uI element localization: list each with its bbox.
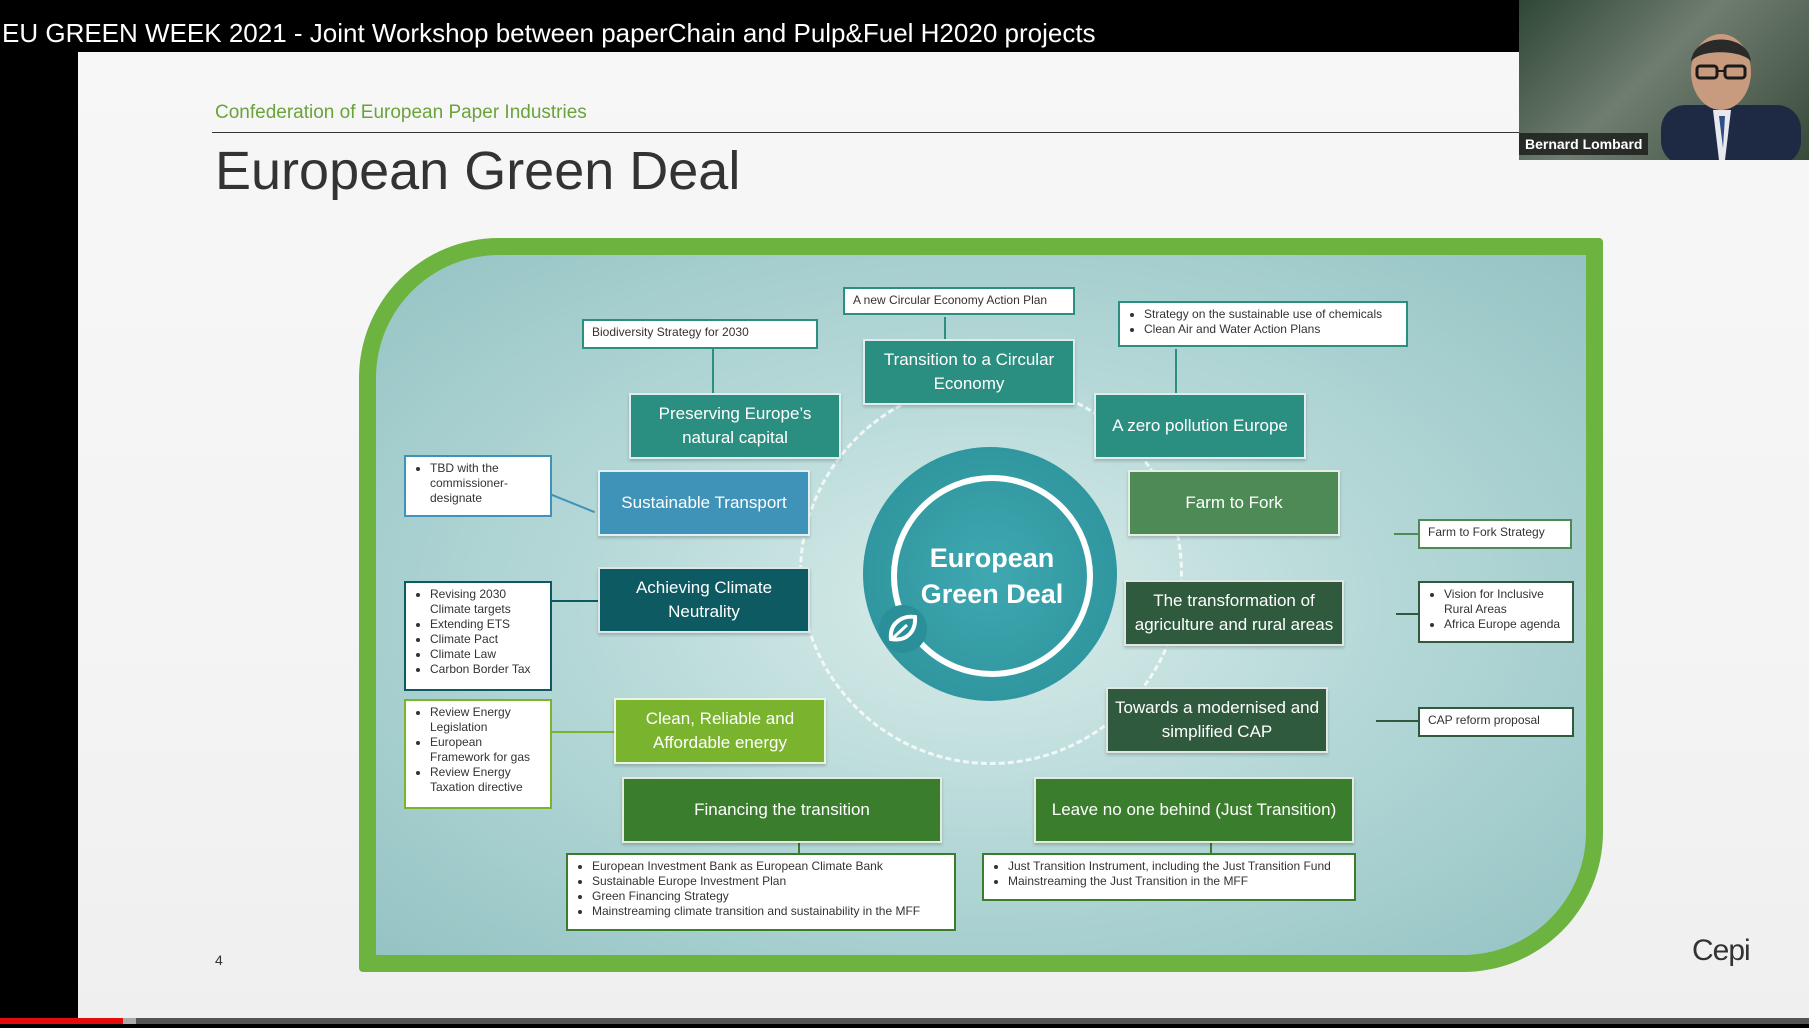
connector-biodiversity bbox=[712, 349, 714, 393]
center-disc: European Green Deal bbox=[863, 447, 1117, 701]
box-farm-strategy: Farm to Fork Strategy bbox=[1418, 519, 1572, 549]
box-financing: European Investment Bank as European Cli… bbox=[566, 853, 956, 931]
node-modernised-cap: Towards a modernised and simplified CAP bbox=[1106, 687, 1328, 753]
node-natural-capital: Preserving Europe’s natural capital bbox=[629, 393, 841, 459]
node-clean-energy: Clean, Reliable and Affordable energy bbox=[614, 698, 826, 764]
organization-label: Confederation of European Paper Industri… bbox=[215, 102, 587, 123]
node-climate-neutrality: Achieving Climate Neutrality bbox=[598, 567, 810, 633]
connector-chemicals bbox=[1175, 349, 1177, 393]
node-agriculture-transformation: The transformation of agriculture and ru… bbox=[1124, 580, 1344, 646]
connector-circular bbox=[944, 317, 946, 339]
box-circular-plan: A new Circular Economy Action Plan bbox=[843, 287, 1075, 315]
presentation-slide: Confederation of European Paper Industri… bbox=[78, 52, 1809, 1018]
cepi-logo: Cepi bbox=[1692, 934, 1751, 967]
participant-name: Bernard Lombard bbox=[1519, 133, 1649, 155]
node-zero-pollution: A zero pollution Europe bbox=[1094, 393, 1306, 459]
node-just-transition: Leave no one behind (Just Transition) bbox=[1034, 777, 1354, 843]
box-chemicals: Strategy on the sustainable use of chemi… bbox=[1118, 301, 1408, 347]
webcam-feed: Bernard Lombard bbox=[1519, 0, 1809, 160]
leaf-icon bbox=[879, 605, 927, 653]
box-cap-reform: CAP reform proposal bbox=[1418, 707, 1574, 737]
page-number: 4 bbox=[215, 952, 223, 968]
node-financing-transition: Financing the transition bbox=[622, 777, 942, 843]
box-transport: TBD with the commissioner-designate bbox=[404, 455, 552, 517]
node-farm-to-fork: Farm to Fork bbox=[1128, 470, 1340, 536]
node-sustainable-transport: Sustainable Transport bbox=[598, 470, 810, 536]
speaker-video-icon bbox=[1661, 34, 1801, 160]
slide-title: European Green Deal bbox=[215, 141, 741, 201]
video-title[interactable]: EU GREEN WEEK 2021 - Joint Workshop betw… bbox=[0, 0, 1522, 52]
title-divider bbox=[212, 132, 1612, 133]
box-climate: Revising 2030 Climate targets Extending … bbox=[404, 581, 552, 691]
video-progress-bar[interactable] bbox=[0, 1018, 1809, 1024]
box-just-transition: Just Transition Instrument, including th… bbox=[982, 853, 1356, 901]
played-fill bbox=[0, 1018, 123, 1024]
box-rural: Vision for Inclusive Rural AreasAfrica E… bbox=[1418, 581, 1574, 643]
box-biodiversity: Biodiversity Strategy for 2030 bbox=[582, 319, 818, 349]
box-energy: Review Energy Legislation European Frame… bbox=[404, 699, 552, 809]
node-circular-economy: Transition to a Circular Economy bbox=[863, 339, 1075, 405]
green-deal-diagram: European Green Deal Transition to a Circ… bbox=[359, 238, 1603, 972]
